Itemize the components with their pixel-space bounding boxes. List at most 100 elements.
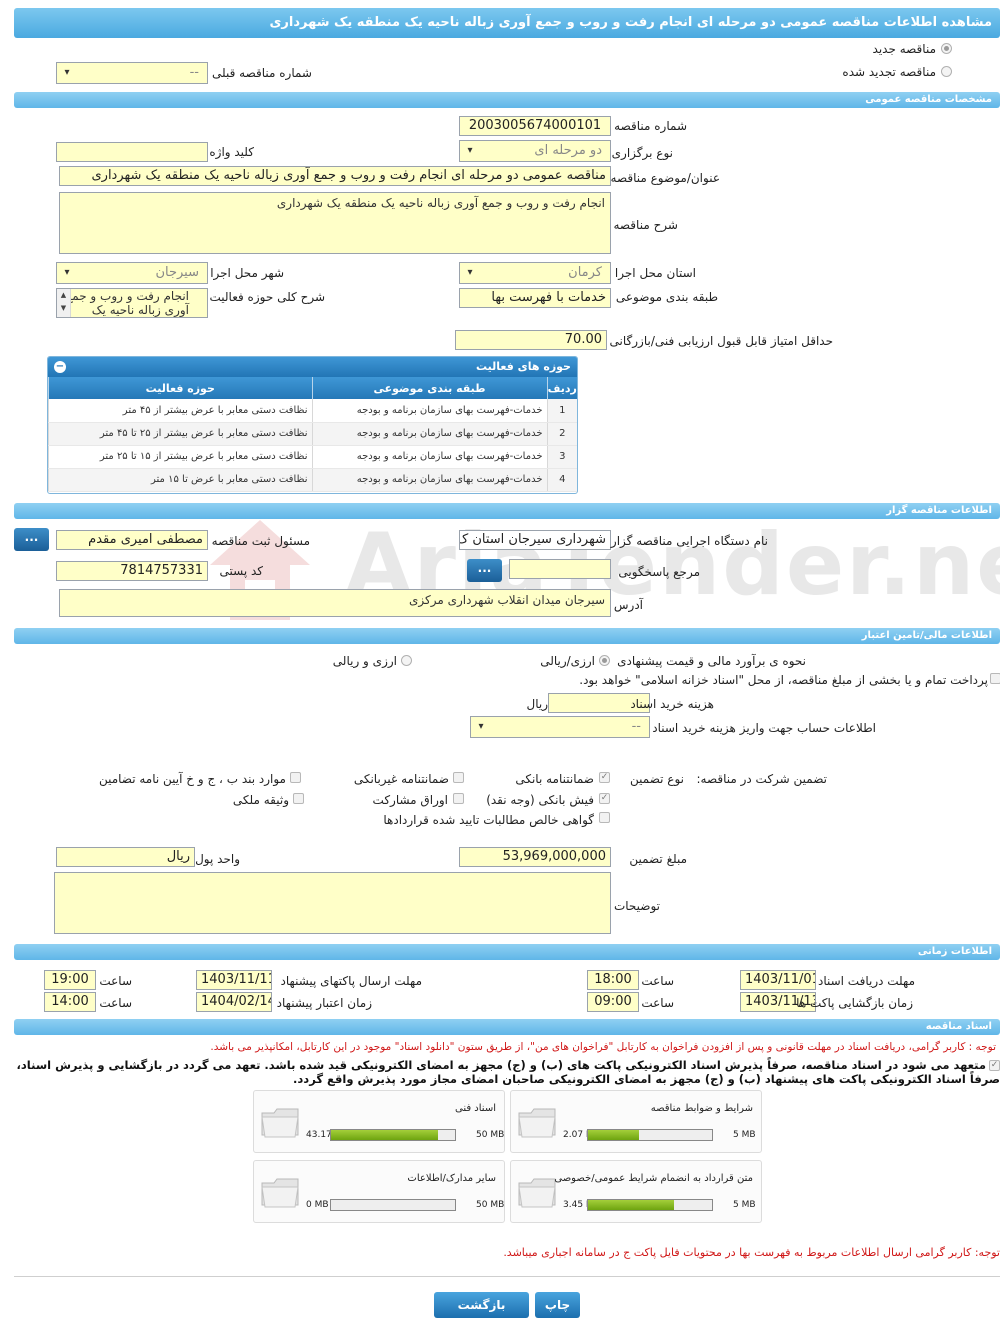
doc-progress-bar — [330, 1129, 456, 1141]
doc-receipt-time-label: ساعت — [641, 974, 674, 988]
estimate-method-label: نحوه ی برآورد مالی و قیمت پیشنهادی — [617, 654, 806, 668]
city-select[interactable]: سیرجان ▾ — [56, 262, 208, 284]
doc-name: اسناد فنی — [455, 1103, 496, 1114]
activity-desc-scrollbar[interactable]: ▲ ▼ — [57, 289, 71, 317]
doc-receipt-time-field[interactable]: 18:00 — [587, 970, 639, 990]
new-tender-label: مناقصه جدید — [872, 42, 936, 56]
rules-checkbox[interactable] — [290, 772, 301, 783]
row-number: 4 — [546, 468, 577, 492]
postal-code-field[interactable]: 7814757331 — [56, 561, 208, 581]
account-select[interactable]: -- ▾ — [470, 716, 650, 738]
org-field[interactable]: شهرداری سیرجان استان ک — [459, 530, 611, 550]
doc-tile-conditions[interactable]: شرایط و ضوابط مناقصه 2.07 MB 5 MB — [510, 1090, 762, 1153]
doc-tile-contract[interactable]: متن قرارداد به انضمام شرایط عمومی/خصوصی … — [510, 1160, 762, 1223]
cheque-label: فیش بانکی (وجه نقد) — [486, 793, 594, 807]
property-checkbox[interactable] — [293, 793, 304, 804]
doc-progress-fill — [331, 1130, 438, 1140]
collapse-icon[interactable]: − — [54, 361, 66, 373]
treasury-checkbox[interactable] — [990, 673, 1000, 684]
province-select[interactable]: کرمان ▾ — [459, 262, 611, 284]
notes-field[interactable] — [54, 872, 611, 934]
new-tender-radio[interactable] — [941, 43, 952, 54]
financial-section-header: اطلاعات مالی/تامین اعتبار — [14, 628, 1000, 644]
reference-label: مرجع پاسخگویی — [618, 565, 700, 579]
submit-time-field[interactable]: 19:00 — [44, 970, 96, 990]
bonds-label: اوراق مشارکت — [372, 793, 448, 807]
subject-field[interactable]: مناقصه عمومی دو مرحله ای انجام رفت و روب… — [59, 166, 611, 186]
reference-field[interactable] — [509, 559, 611, 579]
activity-desc-field[interactable]: انجام رفت و روب و جمع آوری زباله ناحیه ی… — [56, 288, 208, 318]
subject-label: عنوان/موضوع مناقصه — [610, 171, 720, 185]
chevron-down-icon: ▾ — [478, 721, 484, 732]
description-field[interactable]: انجام رفت و روب و جمع آوری زباله ناحیه ی… — [59, 192, 611, 254]
reference-more-button[interactable]: ... — [467, 559, 502, 582]
print-button[interactable]: چاپ — [535, 1292, 580, 1318]
category-label: طبقه بندی موضوعی — [615, 290, 718, 304]
min-score-field[interactable]: 70.00 — [455, 330, 607, 350]
activity-desc-label: شرح کلی حوزه فعالیت — [209, 290, 326, 304]
row-scope: نظافت دستی معابر با عرض بیشتر از ۴۵ متر — [48, 399, 312, 423]
rial-radio[interactable] — [599, 655, 610, 666]
prev-number-select[interactable]: -- ▾ — [56, 62, 208, 84]
open-label: زمان بازگشایی پاکت ها — [796, 996, 913, 1010]
financial-header-text: اطلاعات مالی/تامین اعتبار — [861, 630, 992, 641]
general-section-header: مشخصات مناقصه عمومی — [14, 92, 1000, 108]
doc-cost-unit: ریال — [526, 697, 548, 711]
submit-date-field[interactable]: 1403/11/11 — [196, 970, 272, 990]
category-field[interactable]: خدمات با فهرست بها — [459, 288, 611, 308]
doc-cost-label: هزینه خرید اسناد — [630, 697, 714, 711]
validity-date-field[interactable]: 1404/02/14 — [196, 992, 272, 1012]
receivables-checkbox[interactable] — [599, 812, 610, 823]
doc-used-size: 0 MB — [306, 1200, 329, 1210]
commitment-checkbox[interactable]: ✓ — [989, 1060, 1000, 1071]
guarantee-amount-field[interactable]: 53,969,000,000 — [459, 847, 611, 867]
back-button[interactable]: بازگشت — [434, 1292, 529, 1318]
manager-field[interactable]: مصطفی امیری مقدم — [56, 530, 208, 550]
prev-number-value: -- — [189, 65, 199, 80]
validity-time-label: ساعت — [99, 996, 132, 1010]
validity-time-field[interactable]: 14:00 — [44, 992, 96, 1012]
row-category: خدمات-فهرست بهای سازمان برنامه و بودجه — [311, 468, 547, 492]
documents-note: توجه : کاربر گرامی، دریافت اسناد در مهلت… — [210, 1041, 996, 1053]
bank-guarantee-checkbox[interactable]: ✓ — [599, 772, 610, 783]
divider — [14, 1276, 1000, 1277]
doc-receipt-date-field[interactable]: 1403/11/01 — [740, 970, 816, 990]
open-time-field[interactable]: 09:00 — [587, 992, 639, 1012]
row-category: خدمات-فهرست بهای سازمان برنامه و بودجه — [311, 422, 547, 446]
holding-type-select[interactable]: دو مرحله ای ▾ — [459, 140, 611, 162]
cheque-checkbox[interactable]: ✓ — [599, 793, 610, 804]
keyword-label: کلید واژه — [209, 145, 254, 159]
activity-grid-title: حوزه های فعالیت — [476, 360, 571, 373]
organizer-more-button[interactable]: ... — [14, 528, 49, 551]
doc-tile-other[interactable]: سایر مدارک/اطلاعات 0 MB 50 MB — [253, 1160, 505, 1223]
table-row[interactable]: 1 خدمات-فهرست بهای سازمان برنامه و بودجه… — [48, 399, 577, 423]
table-row[interactable]: 4 خدمات-فهرست بهای سازمان برنامه و بودجه… — [48, 468, 577, 492]
table-row[interactable]: 2 خدمات-فهرست بهای سازمان برنامه و بودجه… — [48, 422, 577, 446]
table-row[interactable]: 3 خدمات-فهرست بهای سازمان برنامه و بودجه… — [48, 445, 577, 469]
treasury-text: پرداخت تمام و یا بخشی از مبلغ مناقصه، از… — [579, 673, 988, 687]
renewed-tender-radio[interactable] — [941, 66, 952, 77]
manager-label: مسئول ثبت مناقصه — [211, 534, 310, 548]
row-number: 2 — [546, 422, 577, 446]
address-field[interactable]: سیرجان میدان انقلاب شهرداری مرکزی — [59, 589, 611, 617]
nonbank-guarantee-checkbox[interactable] — [453, 772, 464, 783]
row-scope: نظافت دستی معابر با عرض بیشتر از ۱۵ تا ۲… — [48, 445, 312, 469]
row-number: 3 — [546, 445, 577, 469]
holding-type-label: نوع برگزاری — [611, 146, 673, 160]
chevron-down-icon: ▾ — [64, 67, 70, 78]
validity-label: زمان اعتبار پیشنهاد — [276, 996, 372, 1010]
tender-number-field[interactable]: 2003005674000101 — [459, 116, 611, 136]
currency-field[interactable]: ریال — [56, 847, 195, 867]
submit-time-label: ساعت — [99, 974, 132, 988]
folder-icon — [261, 1108, 299, 1138]
doc-tile-technical[interactable]: اسناد فنی 43.17 MB 50 MB — [253, 1090, 505, 1153]
doc-progress-bar — [587, 1129, 713, 1141]
doc-max-size: 50 MB — [476, 1130, 505, 1140]
keyword-field[interactable] — [56, 142, 208, 162]
fx-rial-radio[interactable] — [401, 655, 412, 666]
doc-max-size: 50 MB — [476, 1200, 505, 1210]
row-number: 1 — [546, 399, 577, 423]
province-label: استان محل اجرا — [614, 266, 696, 280]
doc-receipt-label: مهلت دریافت اسناد — [817, 974, 915, 988]
bonds-checkbox[interactable] — [453, 793, 464, 804]
